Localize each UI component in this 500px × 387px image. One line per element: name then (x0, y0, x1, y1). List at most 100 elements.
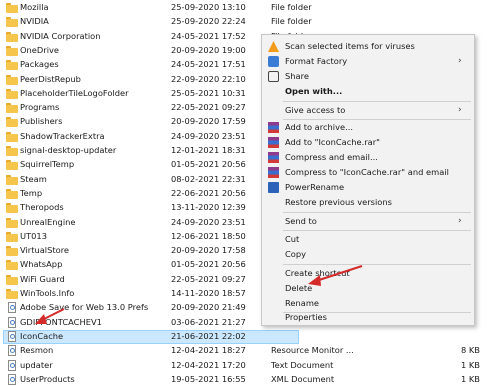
file-type: File folder (271, 16, 312, 27)
file-date-modified: 12-04-2021 18:27 (171, 345, 246, 356)
folder-icon (6, 131, 18, 142)
file-icon (6, 302, 18, 314)
file-row[interactable]: IconCache 21-06-2021 22:02 (0, 329, 500, 344)
file-name: UserProducts (20, 373, 75, 384)
file-name: OneDrive (20, 44, 60, 55)
file-size: 1 KB (460, 373, 480, 384)
file-date-modified: 21-06-2021 22:02 (171, 330, 246, 341)
menu-item-compress-rar-email[interactable]: Compress to "IconCache.rar" and email (262, 165, 474, 180)
file-date-modified: 20-09-2020 17:59 (171, 116, 246, 127)
file-date-modified: 25-09-2020 22:24 (171, 16, 246, 27)
file-icon (6, 345, 18, 357)
winrar-icon (268, 152, 279, 163)
menu-item-send-to[interactable]: Send to › (262, 214, 474, 229)
file-date-modified: 01-05-2021 20:56 (171, 159, 246, 170)
menu-item-properties[interactable]: Properties (262, 310, 474, 325)
folder-icon (6, 60, 18, 71)
file-row[interactable]: UserProducts 19-05-2021 16:55 XML Document… (0, 373, 500, 387)
file-name: ShadowTrackerExtra (20, 130, 105, 141)
folder-icon (6, 289, 18, 299)
file-date-modified: 12-04-2021 17:20 (171, 359, 246, 370)
menu-item-restore-versions[interactable]: Restore previous versions (262, 195, 474, 210)
file-name: NVIDIA (20, 16, 49, 27)
file-date-modified: 24-05-2021 17:51 (171, 59, 246, 70)
file-date-modified: 24-09-2020 23:51 (171, 216, 246, 227)
file-row[interactable]: NVIDIA 25-09-2020 22:24 File folder (0, 15, 500, 29)
menu-item-open-with[interactable]: Open with... (262, 84, 474, 99)
menu-item-rename[interactable]: Rename (262, 296, 474, 311)
menu-item-format-factory[interactable]: Format Factory › (262, 54, 474, 69)
folder-icon (6, 174, 18, 185)
menu-item-power-rename[interactable]: PowerRename (262, 180, 474, 195)
file-name: Publishers (20, 116, 63, 127)
file-row[interactable]: Resmon 12-04-2021 18:27 Resource Monitor .… (0, 344, 500, 358)
file-date-modified: 03-06-2021 21:27 (171, 316, 246, 327)
share-icon (268, 71, 279, 82)
file-name: Mozilla (20, 2, 49, 12)
menu-item-scan-viruses[interactable]: Scan selected items for viruses (262, 39, 474, 54)
file-name: GDIPFONTCACHEV1 (20, 316, 102, 327)
file-date-modified: 12-06-2021 18:50 (171, 230, 246, 241)
file-date-modified: 25-09-2020 13:10 (171, 2, 246, 12)
file-name: Resmon (20, 345, 54, 356)
file-date-modified: 22-09-2020 22:10 (171, 73, 246, 84)
folder-icon (6, 45, 18, 56)
file-name: WhatsApp (20, 259, 63, 270)
chevron-right-icon: › (458, 216, 462, 226)
folder-icon (6, 188, 18, 199)
menu-item-create-shortcut[interactable]: Create shortcut (262, 266, 474, 281)
file-date-modified: 08-02-2021 22:31 (171, 173, 246, 184)
file-name: NVIDIA Corporation (20, 30, 101, 41)
menu-item-give-access[interactable]: Give access to › (262, 103, 474, 118)
file-name: UnrealEngine (20, 216, 76, 227)
file-name: Programs (20, 102, 60, 113)
folder-icon (6, 246, 18, 257)
folder-icon (6, 146, 18, 156)
file-name: UT013 (20, 230, 47, 241)
menu-item-share[interactable]: Share (262, 69, 474, 84)
menu-item-add-to-archive[interactable]: Add to archive... (262, 120, 474, 135)
file-type: Resource Monitor ... (271, 345, 354, 356)
context-menu: Scan selected items for viruses Format F… (261, 34, 475, 326)
file-size: 1 KB (460, 359, 480, 370)
file-date-modified: 22-06-2021 20:56 (171, 187, 246, 198)
file-name: Packages (20, 59, 59, 70)
menu-item-add-to-rar[interactable]: Add to "IconCache.rar" (262, 135, 474, 150)
folder-icon (6, 3, 18, 13)
menu-divider (283, 230, 471, 231)
menu-divider (283, 212, 471, 213)
file-type: XML Document (271, 373, 335, 384)
file-name: WinTools.Info (20, 288, 75, 298)
file-date-modified: 24-05-2021 17:52 (171, 30, 246, 41)
file-icon (6, 330, 18, 342)
file-date-modified: 24-09-2020 23:51 (171, 130, 246, 141)
file-name: Theropods (20, 202, 64, 213)
file-name: signal-desktop-updater (20, 145, 117, 155)
folder-icon (6, 17, 18, 28)
folder-icon (6, 103, 18, 114)
file-name: updater (20, 359, 53, 370)
file-row[interactable]: Mozilla 25-09-2020 13:10 File folder (0, 1, 500, 15)
chevron-right-icon: › (458, 56, 462, 66)
file-name: VirtualStore (20, 245, 70, 256)
folder-icon (6, 117, 18, 128)
file-name: PlaceholderTileLogoFolder (20, 87, 129, 98)
menu-item-compress-email[interactable]: Compress and email... (262, 150, 474, 165)
file-name: Steam (20, 173, 47, 184)
menu-item-copy[interactable]: Copy (262, 247, 474, 262)
folder-icon (6, 88, 18, 99)
folder-icon (6, 74, 18, 85)
menu-divider (283, 101, 471, 102)
file-name: PeerDistRepub (20, 73, 81, 84)
file-date-modified: 20-09-2020 17:58 (171, 245, 246, 256)
folder-icon (6, 274, 18, 285)
menu-item-delete[interactable]: Delete (262, 281, 474, 296)
winrar-icon (268, 167, 279, 178)
file-date-modified: 13-11-2020 12:39 (171, 202, 246, 213)
folder-icon (6, 203, 18, 214)
menu-item-cut[interactable]: Cut (262, 232, 474, 247)
file-row[interactable]: updater 12-04-2021 17:20 Text Document 1 KB (0, 359, 500, 373)
file-name: IconCache (20, 330, 64, 341)
file-name: Adobe Save for Web 13.0 Prefs (20, 302, 149, 313)
folder-icon (6, 160, 18, 171)
